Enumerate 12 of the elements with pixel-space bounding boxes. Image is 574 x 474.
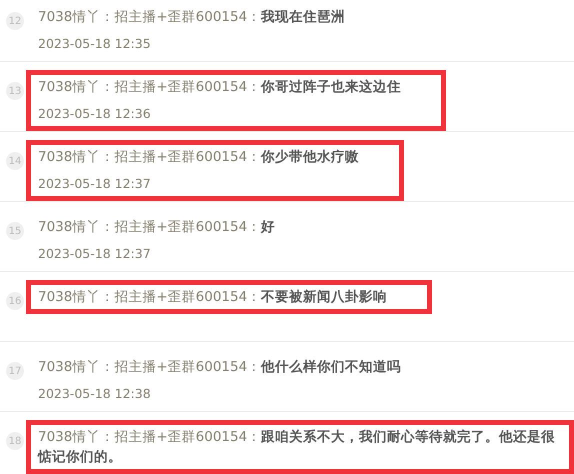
message-line: 7038情丫：招主播+歪群600154：跟咱关系不大，我们耐心等待就完了。他还是很惦记你们的。 — [38, 428, 556, 467]
timestamp: 2023-05-18 12:35 — [38, 35, 152, 53]
timestamp: 2023-05-18 12:37 — [38, 245, 152, 263]
message-line: 7038情丫：招主播+歪群600154：我现在住琶洲 — [38, 8, 346, 27]
message-line: 7038情丫：招主播+歪群600154：不要被新闻八卦影响 — [38, 288, 388, 307]
message-line: 7038情丫：招主播+歪群600154：你哥过阵子也来这边住 — [38, 78, 402, 97]
timestamp: 2023-05-18 12:38 — [38, 385, 152, 403]
timestamp: 2023-05-18 12:37 — [38, 175, 152, 193]
timestamp: 2023-05-18 12:36 — [38, 105, 152, 123]
message-line: 7038情丫：招主播+歪群600154：你少带他水疗嗷 — [38, 148, 360, 167]
message-line: 7038情丫：招主播+歪群600154：好 — [38, 218, 276, 237]
message-line: 7038情丫：招主播+歪群600154：他什么样你们不知道吗 — [38, 358, 402, 377]
